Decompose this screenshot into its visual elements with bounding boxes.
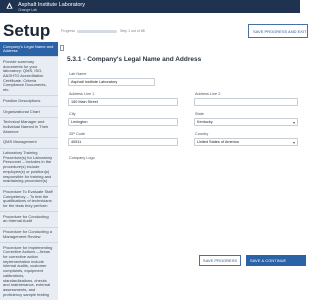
zip-code-label: ZIP Code: [69, 132, 85, 136]
address-line-2-input[interactable]: [194, 98, 298, 106]
progress-bar: [77, 30, 117, 33]
state-select-value: Kentucky: [197, 120, 213, 124]
change-lab-link[interactable]: Change Lab: [18, 8, 37, 12]
country-select[interactable]: United States of America ▾: [194, 138, 298, 146]
lab-name-label: Lab Name: [69, 72, 87, 76]
sidebar-item[interactable]: Position Descriptions: [0, 96, 58, 108]
sidebar-item[interactable]: Laboratory Training Procedure(s) for Lab…: [0, 149, 58, 188]
country-label: Country: [195, 132, 209, 136]
state-select[interactable]: Kentucky ▾: [194, 118, 298, 126]
save-progress-and-exit-button[interactable]: SAVE PROGRESS AND EXIT: [248, 24, 308, 38]
company-logo-label: Company Logo: [69, 156, 95, 160]
address-line-1-input[interactable]: 150 Main Street: [68, 98, 178, 106]
chevron-down-icon: ▾: [292, 120, 295, 125]
lab-name-input[interactable]: Asphalt Institute Laboratory: [68, 78, 155, 86]
save-progress-button[interactable]: SAVE PROGRESS: [199, 255, 241, 266]
section-title: 5.3.1 - Company's Legal Name and Address: [67, 56, 202, 63]
city-input[interactable]: Lexington: [68, 118, 178, 126]
sidebar-item[interactable]: Company's Legal Name and Address: [0, 42, 58, 58]
sidebar-item[interactable]: Provide summary documents for your labor…: [0, 57, 58, 97]
collapse-sidebar-icon[interactable]: [60, 45, 64, 51]
asphalt-institute-logo-icon: [6, 2, 13, 9]
sidebar-item[interactable]: QMS Management: [0, 138, 58, 149]
state-label: State: [195, 112, 204, 116]
sidebar-nav: Company's Legal Name and Address Provide …: [0, 42, 58, 300]
sidebar-item[interactable]: Procedure for Implementing Corrective Ac…: [0, 243, 58, 300]
sidebar-item[interactable]: Organizational Chart: [0, 107, 58, 118]
progress-label: Progress: [61, 29, 76, 33]
step-counter: Step 1 out of 88: [120, 29, 145, 33]
sidebar-item[interactable]: Procedure for Conducting an Internal Aud…: [0, 212, 58, 228]
page-title: Setup: [3, 21, 51, 40]
country-select-value: United States of America: [197, 140, 239, 144]
sidebar-item[interactable]: Technical Manager and Individual Named i…: [0, 118, 58, 138]
address-line-2-label: Address Line 2: [195, 92, 221, 96]
chevron-down-icon: ▾: [292, 140, 295, 145]
city-label: City: [69, 112, 76, 116]
top-header: Asphalt Institute Laboratory Change Lab: [0, 0, 300, 13]
sidebar-item[interactable]: Procedure for Conducting a Management Re…: [0, 228, 58, 244]
address-line-1-label: Address Line 1: [69, 92, 95, 96]
sidebar-item[interactable]: Procedure To Evaluate Staff Competency –…: [0, 187, 58, 213]
save-and-continue-button[interactable]: SAVE & CONTINUE: [246, 255, 306, 266]
zip-code-input[interactable]: 40511: [68, 138, 178, 146]
